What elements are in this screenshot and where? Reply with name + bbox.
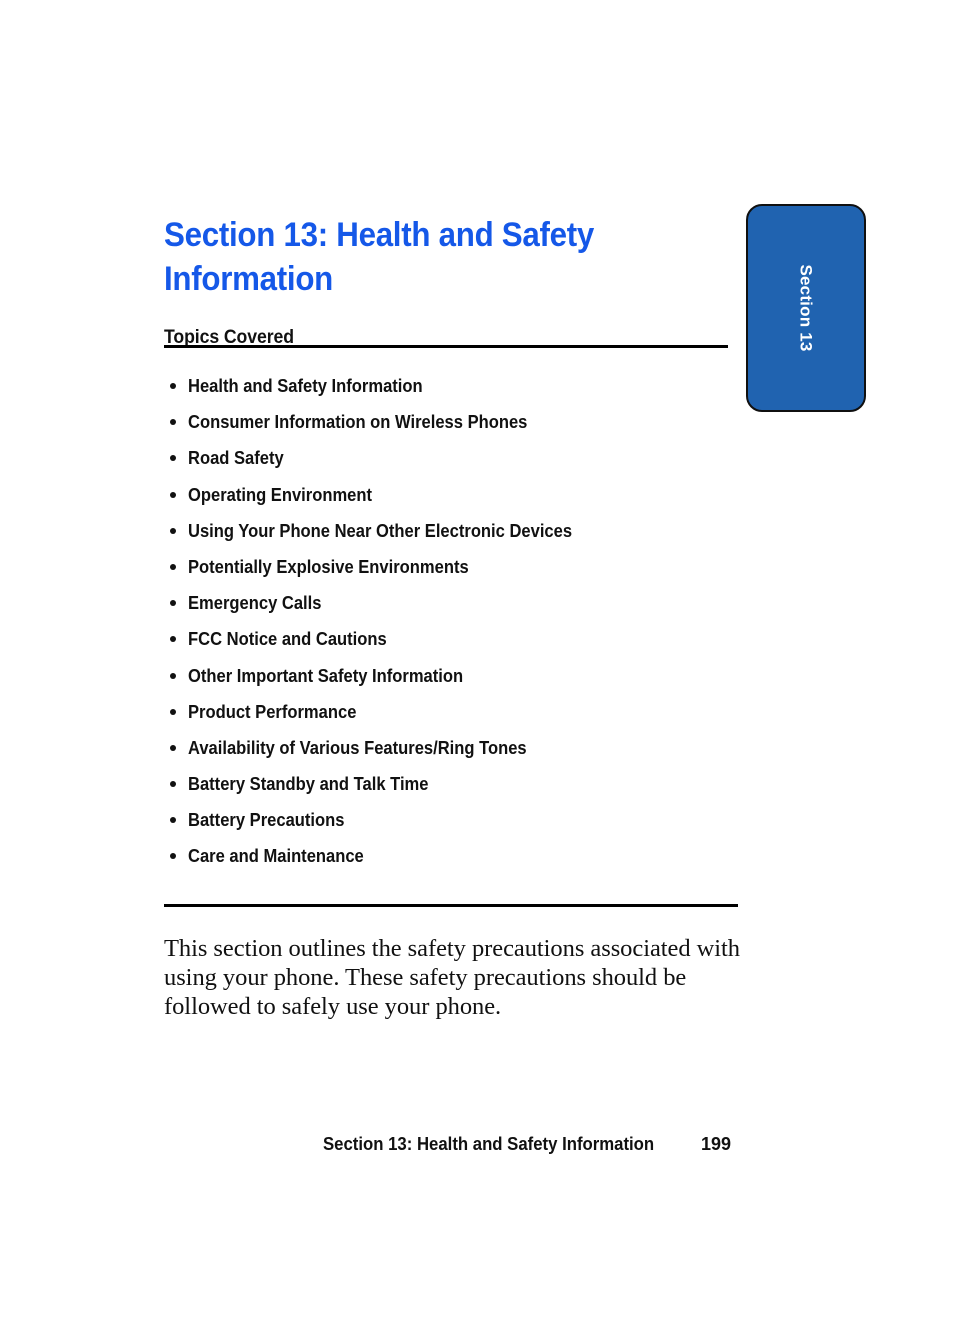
bullet-icon: [170, 383, 176, 389]
list-item: Consumer Information on Wireless Phones: [164, 410, 764, 446]
bullet-icon: [170, 419, 176, 426]
list-item: Other Important Safety Information: [164, 664, 764, 700]
bullet-icon: [170, 672, 176, 679]
list-item-label: Care and Maintenance: [188, 846, 364, 867]
list-item: Battery Precautions: [164, 808, 764, 844]
bullet-icon: [170, 781, 176, 788]
divider-top: [164, 345, 728, 348]
bullet-icon: [170, 708, 176, 715]
bullet-icon: [170, 817, 176, 824]
footer-page-number: 199: [700, 1134, 731, 1154]
list-item-label: Battery Standby and Talk Time: [188, 774, 429, 795]
bullet-icon: [170, 853, 176, 860]
list-item: Road Safety: [164, 446, 764, 482]
list-item-label: Product Performance: [188, 701, 357, 722]
list-item-label: FCC Notice and Cautions: [188, 629, 387, 650]
list-item-label: Using Your Phone Near Other Electronic D…: [188, 520, 573, 541]
list-item-label: Operating Environment: [188, 484, 373, 505]
list-item: Using Your Phone Near Other Electronic D…: [164, 519, 764, 555]
bullet-icon: [170, 636, 176, 643]
list-item-label: Health and Safety Information: [188, 376, 423, 396]
list-item-label: Battery Precautions: [188, 810, 345, 831]
list-item-label: Consumer Information on Wireless Phones: [188, 412, 528, 433]
page-footer: Section 13: Health and Safety Informatio…: [323, 1134, 743, 1155]
divider-bottom: [164, 904, 738, 907]
footer-title: Section 13: Health and Safety Informatio…: [323, 1134, 655, 1154]
list-item: Availability of Various Features/Ring To…: [164, 736, 764, 772]
list-item-label: Availability of Various Features/Ring To…: [188, 737, 527, 758]
list-item: FCC Notice and Cautions: [164, 627, 764, 663]
list-item-label: Emergency Calls: [188, 593, 322, 614]
section-tab-label: Section 13: [796, 264, 816, 352]
page-title: Section 13: Health and Safety Informatio…: [164, 215, 595, 298]
list-item: Potentially Explosive Environments: [164, 555, 764, 591]
list-item: Battery Standby and Talk Time: [164, 772, 764, 808]
bullet-icon: [170, 455, 176, 462]
section-tab: Section 13: [746, 204, 866, 412]
list-item: Emergency Calls: [164, 591, 764, 627]
list-item-label: Road Safety: [188, 448, 284, 469]
list-item-label: Potentially Explosive Environments: [188, 556, 469, 577]
bullet-icon: [170, 744, 176, 751]
bullet-icon: [170, 527, 176, 534]
bullet-icon: [170, 563, 176, 570]
list-item: Health and Safety Information: [164, 374, 764, 410]
list-item-label: Other Important Safety Information: [188, 665, 464, 686]
topics-list: Health and Safety Information Consumer I…: [164, 374, 764, 881]
bullet-icon: [170, 600, 176, 607]
list-item: Product Performance: [164, 700, 764, 736]
bullet-icon: [170, 491, 176, 498]
document-page: Section 13 Section 13: Health and Safety…: [0, 0, 954, 1319]
list-item: Operating Environment: [164, 483, 764, 519]
list-item: Care and Maintenance: [164, 844, 764, 880]
body-paragraph: This section outlines the safety precaut…: [164, 935, 741, 1020]
